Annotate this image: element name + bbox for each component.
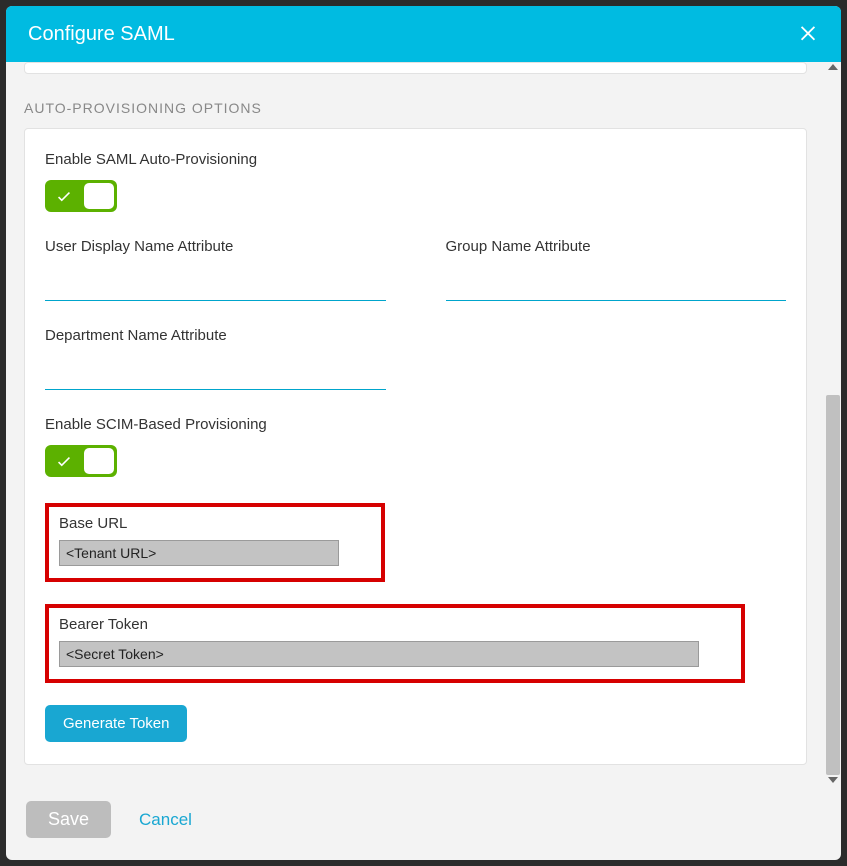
modal-title: Configure SAML [28,23,175,46]
save-button[interactable]: Save [26,801,111,838]
scrollbar[interactable] [825,62,841,785]
enable-scim-block: Enable SCIM-Based Provisioning [45,416,786,477]
department-input[interactable] [45,356,386,390]
bearer-token-callout: Bearer Token [45,604,745,683]
modal-header: Configure SAML [6,6,841,62]
enable-scim-toggle[interactable] [45,445,117,477]
scrollbar-down-icon[interactable] [828,777,838,783]
empty-col [446,327,787,390]
enable-saml-toggle[interactable] [45,180,117,212]
base-url-label: Base URL [59,515,371,532]
toggle-knob [84,183,114,209]
cancel-link[interactable]: Cancel [139,810,192,830]
scrollbar-thumb[interactable] [826,395,840,775]
scroll-area: AUTO-PROVISIONING OPTIONS Enable SAML Au… [6,62,841,785]
attribute-row-2: Department Name Attribute [45,327,786,390]
autoprovisioning-card: Enable SAML Auto-Provisioning User Displ… [24,128,807,765]
user-display-col: User Display Name Attribute [45,238,386,301]
section-heading: AUTO-PROVISIONING OPTIONS [24,100,807,116]
department-col: Department Name Attribute [45,327,386,390]
configure-saml-modal: Configure SAML AUTO-PROVISIONING OPTIONS… [6,6,841,860]
close-icon[interactable] [797,21,819,48]
attribute-row-1: User Display Name Attribute Group Name A… [45,238,786,301]
generate-token-button[interactable]: Generate Token [45,705,187,742]
base-url-callout: Base URL [45,503,385,582]
enable-saml-label: Enable SAML Auto-Provisioning [45,151,786,168]
previous-card-edge [24,62,807,74]
base-url-value[interactable] [59,540,339,566]
user-display-input[interactable] [45,267,386,301]
bearer-token-label: Bearer Token [59,616,731,633]
scroll-body: AUTO-PROVISIONING OPTIONS Enable SAML Au… [6,62,825,785]
department-label: Department Name Attribute [45,327,386,344]
bearer-token-value[interactable] [59,641,699,667]
toggle-knob [84,448,114,474]
enable-scim-label: Enable SCIM-Based Provisioning [45,416,786,433]
group-name-col: Group Name Attribute [446,238,787,301]
group-name-label: Group Name Attribute [446,238,787,255]
check-icon [55,452,73,475]
enable-saml-block: Enable SAML Auto-Provisioning [45,151,786,212]
group-name-input[interactable] [446,267,787,301]
scrollbar-up-icon[interactable] [828,64,838,70]
modal-footer: Save Cancel [6,785,841,860]
user-display-label: User Display Name Attribute [45,238,386,255]
check-icon [55,187,73,210]
